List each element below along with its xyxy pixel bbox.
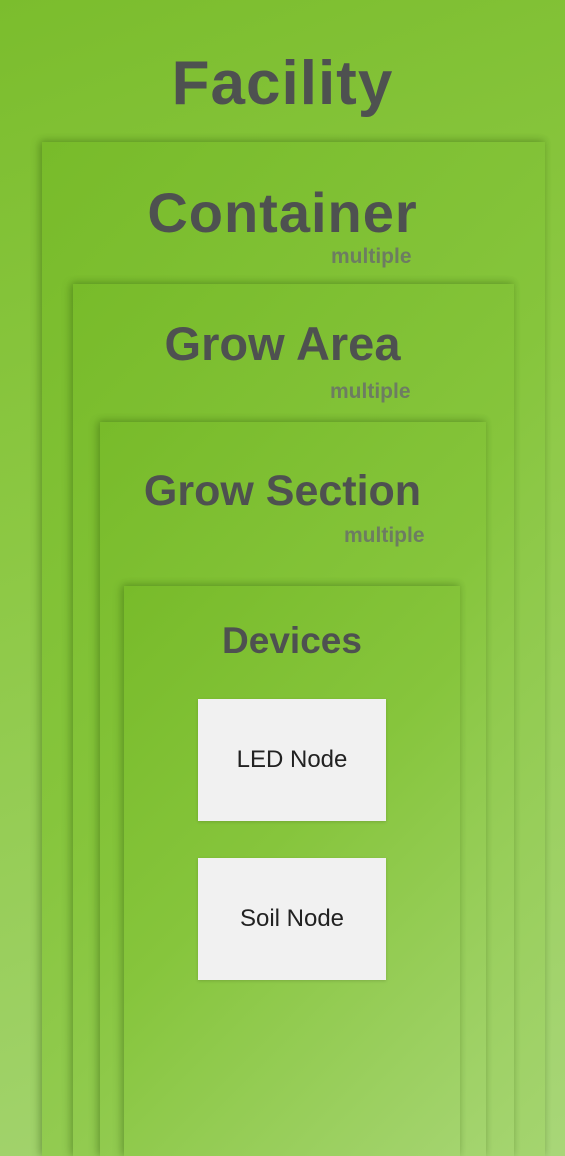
soil-node-label: Soil Node — [239, 905, 345, 932]
soil-node-box: Soil Node — [198, 858, 386, 980]
grow-section-title: Grow Section — [143, 467, 422, 515]
hierarchy-diagram: Facility Container multiple Grow Area mu… — [0, 0, 565, 1156]
facility-title: Facility — [171, 49, 394, 118]
grow-area-title: Grow Area — [164, 317, 401, 370]
container-multiplicity: multiple — [331, 245, 412, 268]
container-title: Container — [147, 181, 418, 244]
devices-title: Devices — [222, 620, 362, 661]
led-node-box: LED Node — [198, 699, 386, 821]
grow-section-multiplicity: multiple — [344, 524, 425, 547]
grow-area-multiplicity: multiple — [330, 380, 411, 403]
led-node-label: LED Node — [236, 746, 348, 773]
